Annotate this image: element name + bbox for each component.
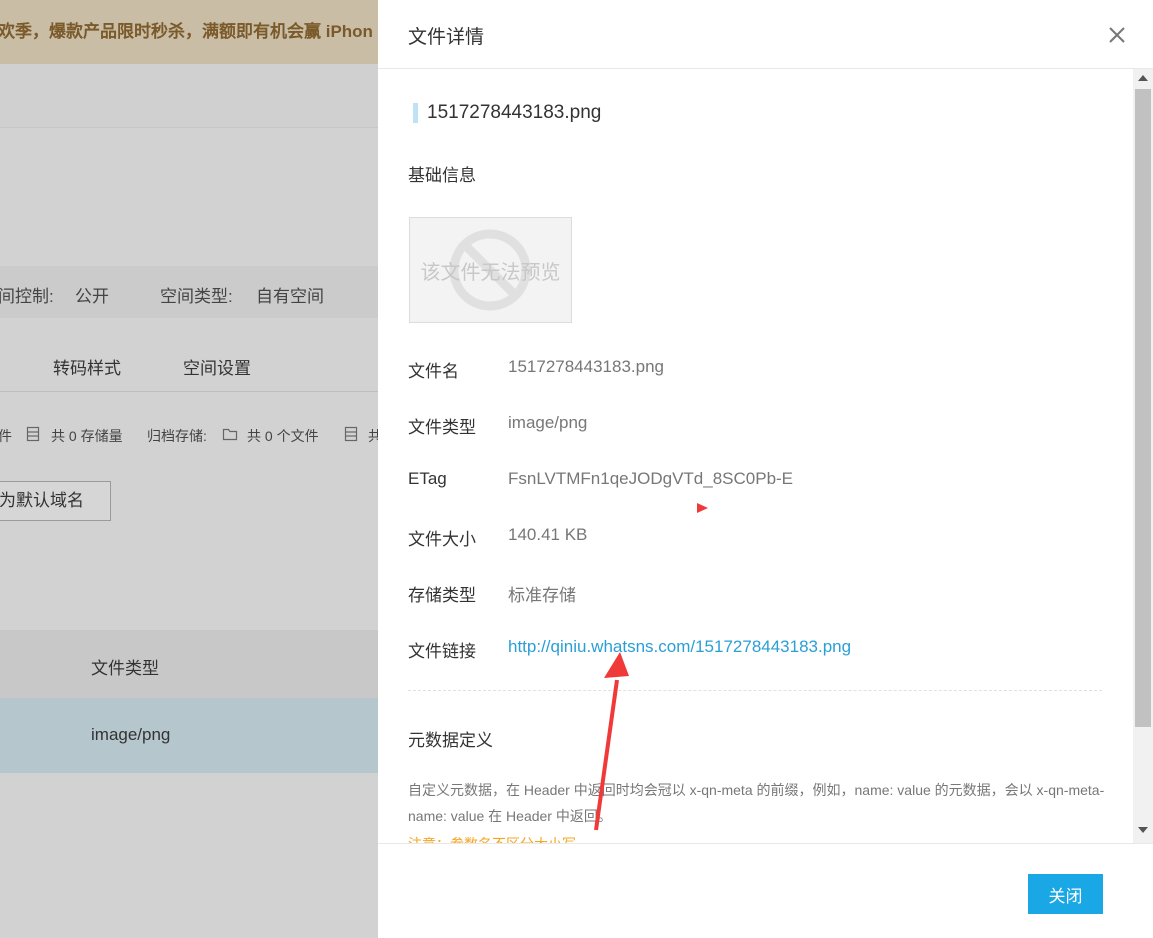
file-detail-drawer: 文件详情 1517278443183.png 基础信息 该文件无法预览 文件名 … [378,0,1153,938]
column-file-type: 文件类型 [91,659,159,678]
field-label-filetype: 文件类型 [408,418,476,437]
stats-file-count-tail: 件 [0,428,12,444]
file-table-header: 文件类型 [0,630,378,698]
basic-info-title: 基础信息 [408,166,476,185]
scroll-down-icon[interactable] [1138,827,1148,833]
field-value-storage-type: 标准存储 [508,586,576,605]
drawer-scrollbar[interactable] [1133,69,1153,843]
field-value-filename: 1517278443183.png [508,357,664,376]
cell-file-type: image/png [91,725,171,744]
bucket-info-bar: 间控制: 公开 空间类型: 自有空间 [0,266,378,318]
access-control-label: 间控制: [0,287,54,306]
stats-archive-storage-head: 共 [368,428,378,444]
field-value-etag: FsnLVTMFn1qeJODgVTd_8SC0Pb-E [508,469,794,488]
promo-banner[interactable]: 欢季，爆款产品限时秒杀，满额即有机会赢 iPhon [0,0,378,64]
field-label-file-link: 文件链接 [408,642,476,661]
field-label-filesize: 文件大小 [408,530,476,549]
metadata-title: 元数据定义 [408,731,493,750]
file-preview: 该文件无法预览 [409,217,572,323]
stats-storage-amount: 共 0 存储量 [51,428,123,444]
stats-archive-file-count: 共 0 个文件 [247,428,319,444]
drawer-footer: 关闭 [378,843,1153,938]
metadata-note: 注意：参数名不区分大小写 [408,834,576,843]
storage-icon [344,426,358,445]
scroll-up-icon[interactable] [1138,75,1148,81]
field-label-storage-type: 存储类型 [408,586,476,605]
background-page: 欢季，爆款产品限时秒杀，满额即有机会赢 iPhon 间控制: 公开 空间类型: … [0,0,378,938]
field-value-filesize: 140.41 KB [508,525,588,544]
close-button[interactable]: 关闭 [1028,874,1103,914]
field-label-filename: 文件名 [408,362,459,381]
section-divider [408,690,1102,691]
scrollbar-thumb[interactable] [1135,89,1151,727]
drawer-title: 文件详情 [408,27,485,48]
set-default-domain-button[interactable]: 为默认域名 [0,481,111,521]
close-icon[interactable] [1106,24,1128,46]
folder-icon [222,426,238,445]
tab-transcode-style[interactable]: 转码样式 [53,354,121,379]
storage-stats: 件 共 0 存储量 归档存储: 共 0 个文件 共 [0,424,378,446]
file-link[interactable]: http://qiniu.whatsns.com/1517278443183.p… [508,637,851,657]
field-label-etag: ETag [408,469,447,488]
drawer-header: 文件详情 [378,0,1153,69]
stats-archive-label: 归档存储: [147,428,207,444]
preview-unavailable-text: 该文件无法预览 [420,262,561,284]
bucket-tabs: 转码样式 空间设置 [0,340,378,392]
storage-icon [26,426,40,445]
bucket-type-value: 自有空间 [256,287,324,306]
table-row[interactable]: image/png [0,698,378,773]
tab-bucket-settings[interactable]: 空间设置 [183,354,251,379]
access-control-value: 公开 [75,287,109,306]
drawer-body: 1517278443183.png 基础信息 该文件无法预览 文件名 15172… [378,69,1133,843]
bucket-type-label: 空间类型: [160,287,233,306]
field-value-filetype: image/png [508,413,588,432]
metadata-description: 自定义元数据，在 Header 中返回时均会冠以 x-qn-meta 的前缀，例… [408,782,1105,824]
promo-banner-text: 欢季，爆款产品限时秒杀，满额即有机会赢 iPhon [0,22,373,41]
file-name-heading: 1517278443183.png [413,103,601,123]
top-navbar [0,64,378,128]
